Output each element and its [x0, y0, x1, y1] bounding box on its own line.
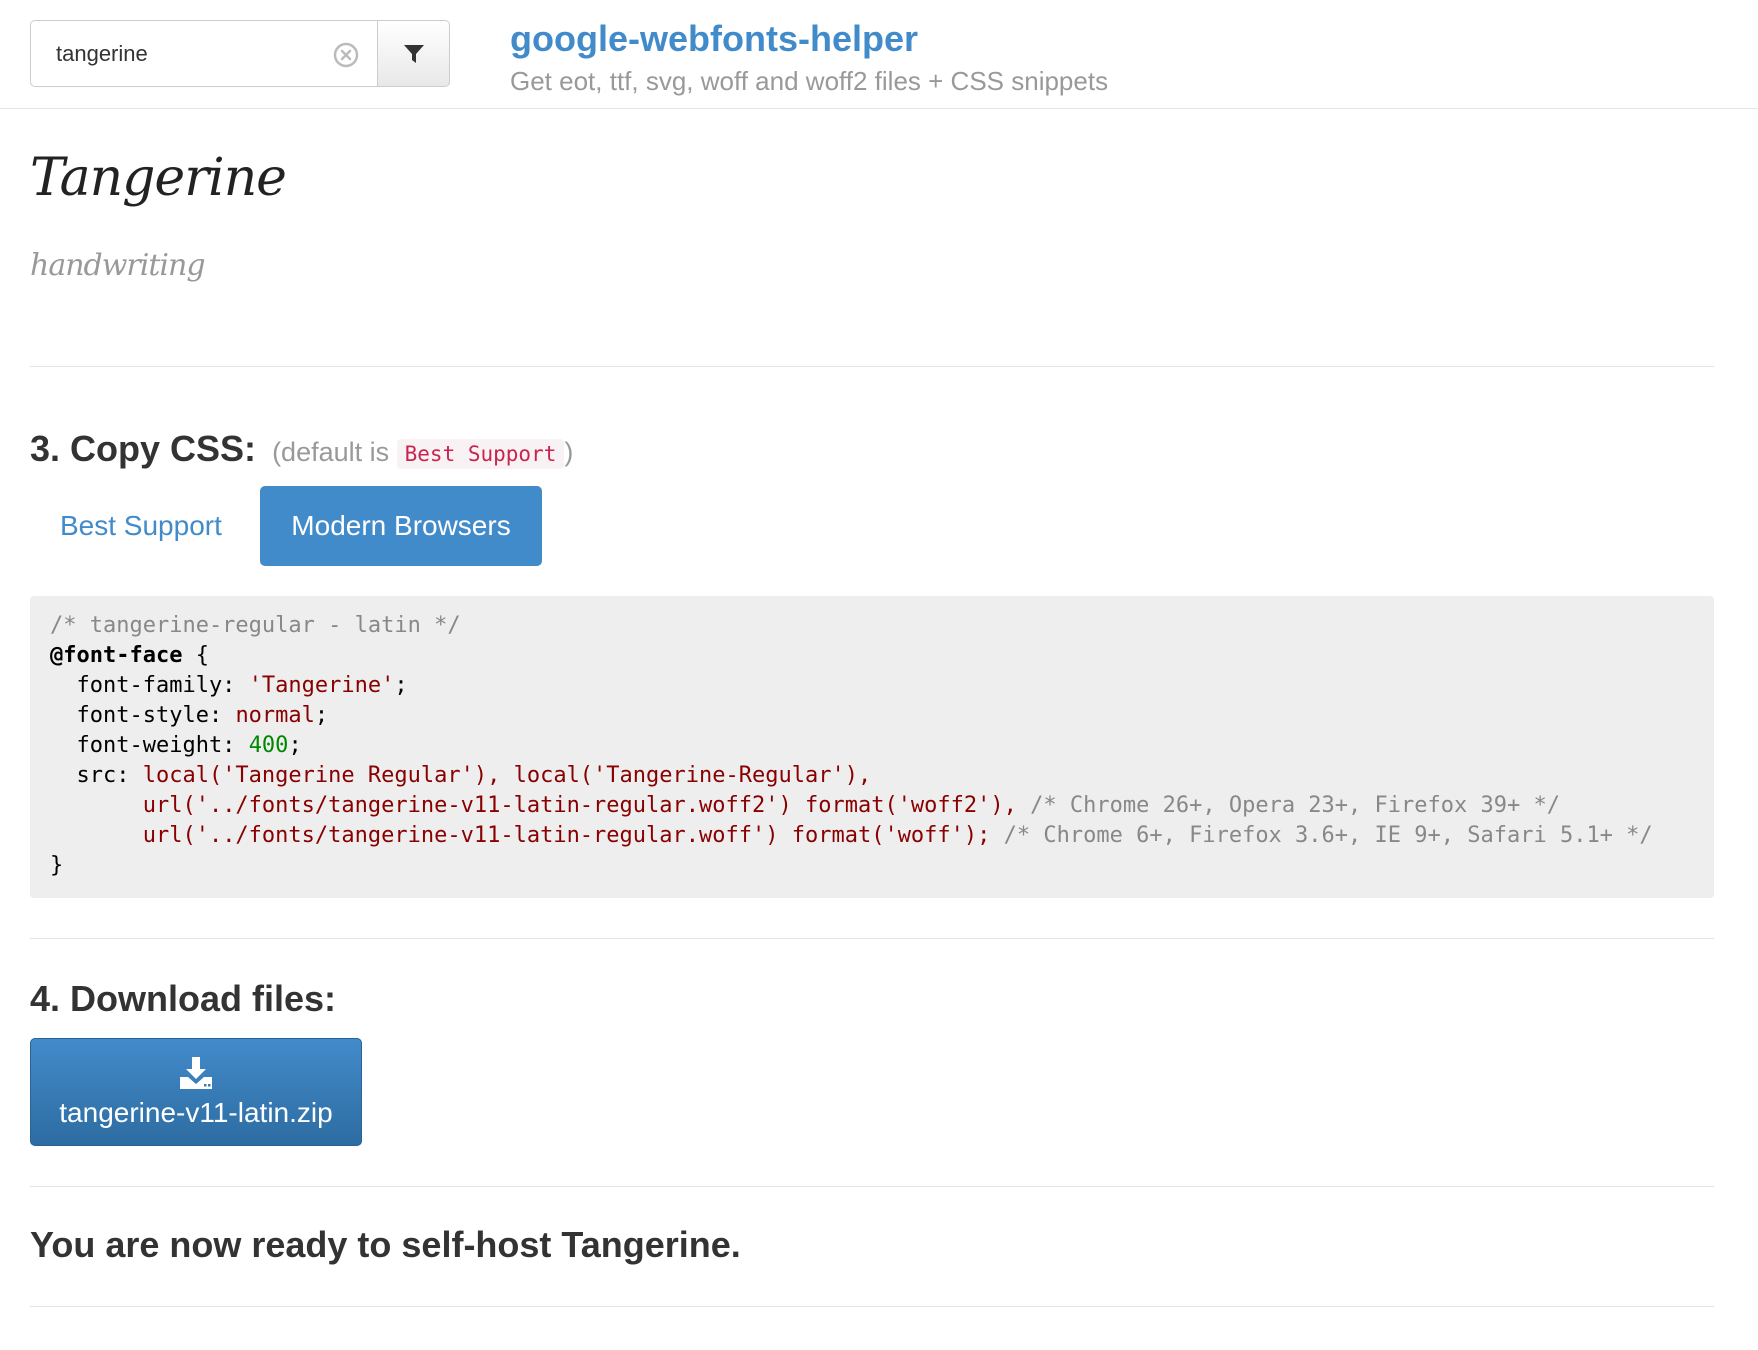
- tab-modern-browsers[interactable]: Modern Browsers: [260, 486, 542, 566]
- download-heading: 4. Download files:: [30, 978, 337, 1019]
- app-title-link[interactable]: google-webfonts-helper: [510, 18, 918, 60]
- search-input[interactable]: [31, 21, 377, 86]
- divider: [30, 1306, 1714, 1307]
- download-button-label: tangerine-v11-latin.zip: [59, 1097, 333, 1128]
- css-code-block[interactable]: /* tangerine-regular - latin */ @font-fa…: [30, 596, 1714, 898]
- default-option-code: Best Support: [396, 439, 565, 469]
- copy-css-title: 3. Copy CSS:: [30, 428, 257, 469]
- download-icon: [180, 1057, 212, 1089]
- divider: [30, 1186, 1714, 1187]
- font-category: handwriting: [30, 248, 206, 283]
- font-name: Tangerine: [30, 148, 287, 208]
- clear-circle-icon[interactable]: [333, 42, 359, 68]
- app-subtitle: Get eot, ttf, svg, woff and woff2 files …: [510, 66, 1109, 96]
- copy-css-note: (default is Best Support): [272, 437, 574, 469]
- divider: [30, 366, 1714, 367]
- top-bar: google-webfonts-helper Get eot, ttf, svg…: [0, 0, 1758, 109]
- filter-button[interactable]: [377, 20, 450, 87]
- download-zip-button[interactable]: tangerine-v11-latin.zip: [30, 1038, 362, 1146]
- divider: [30, 938, 1714, 939]
- search-box: [30, 20, 377, 87]
- tab-best-support[interactable]: Best Support: [30, 486, 252, 566]
- filter-funnel-icon: [403, 44, 424, 63]
- search-group: [30, 20, 450, 87]
- ready-message: You are now ready to self-host Tangerine…: [30, 1224, 741, 1265]
- copy-css-heading: 3. Copy CSS: (default is Best Support): [30, 428, 573, 470]
